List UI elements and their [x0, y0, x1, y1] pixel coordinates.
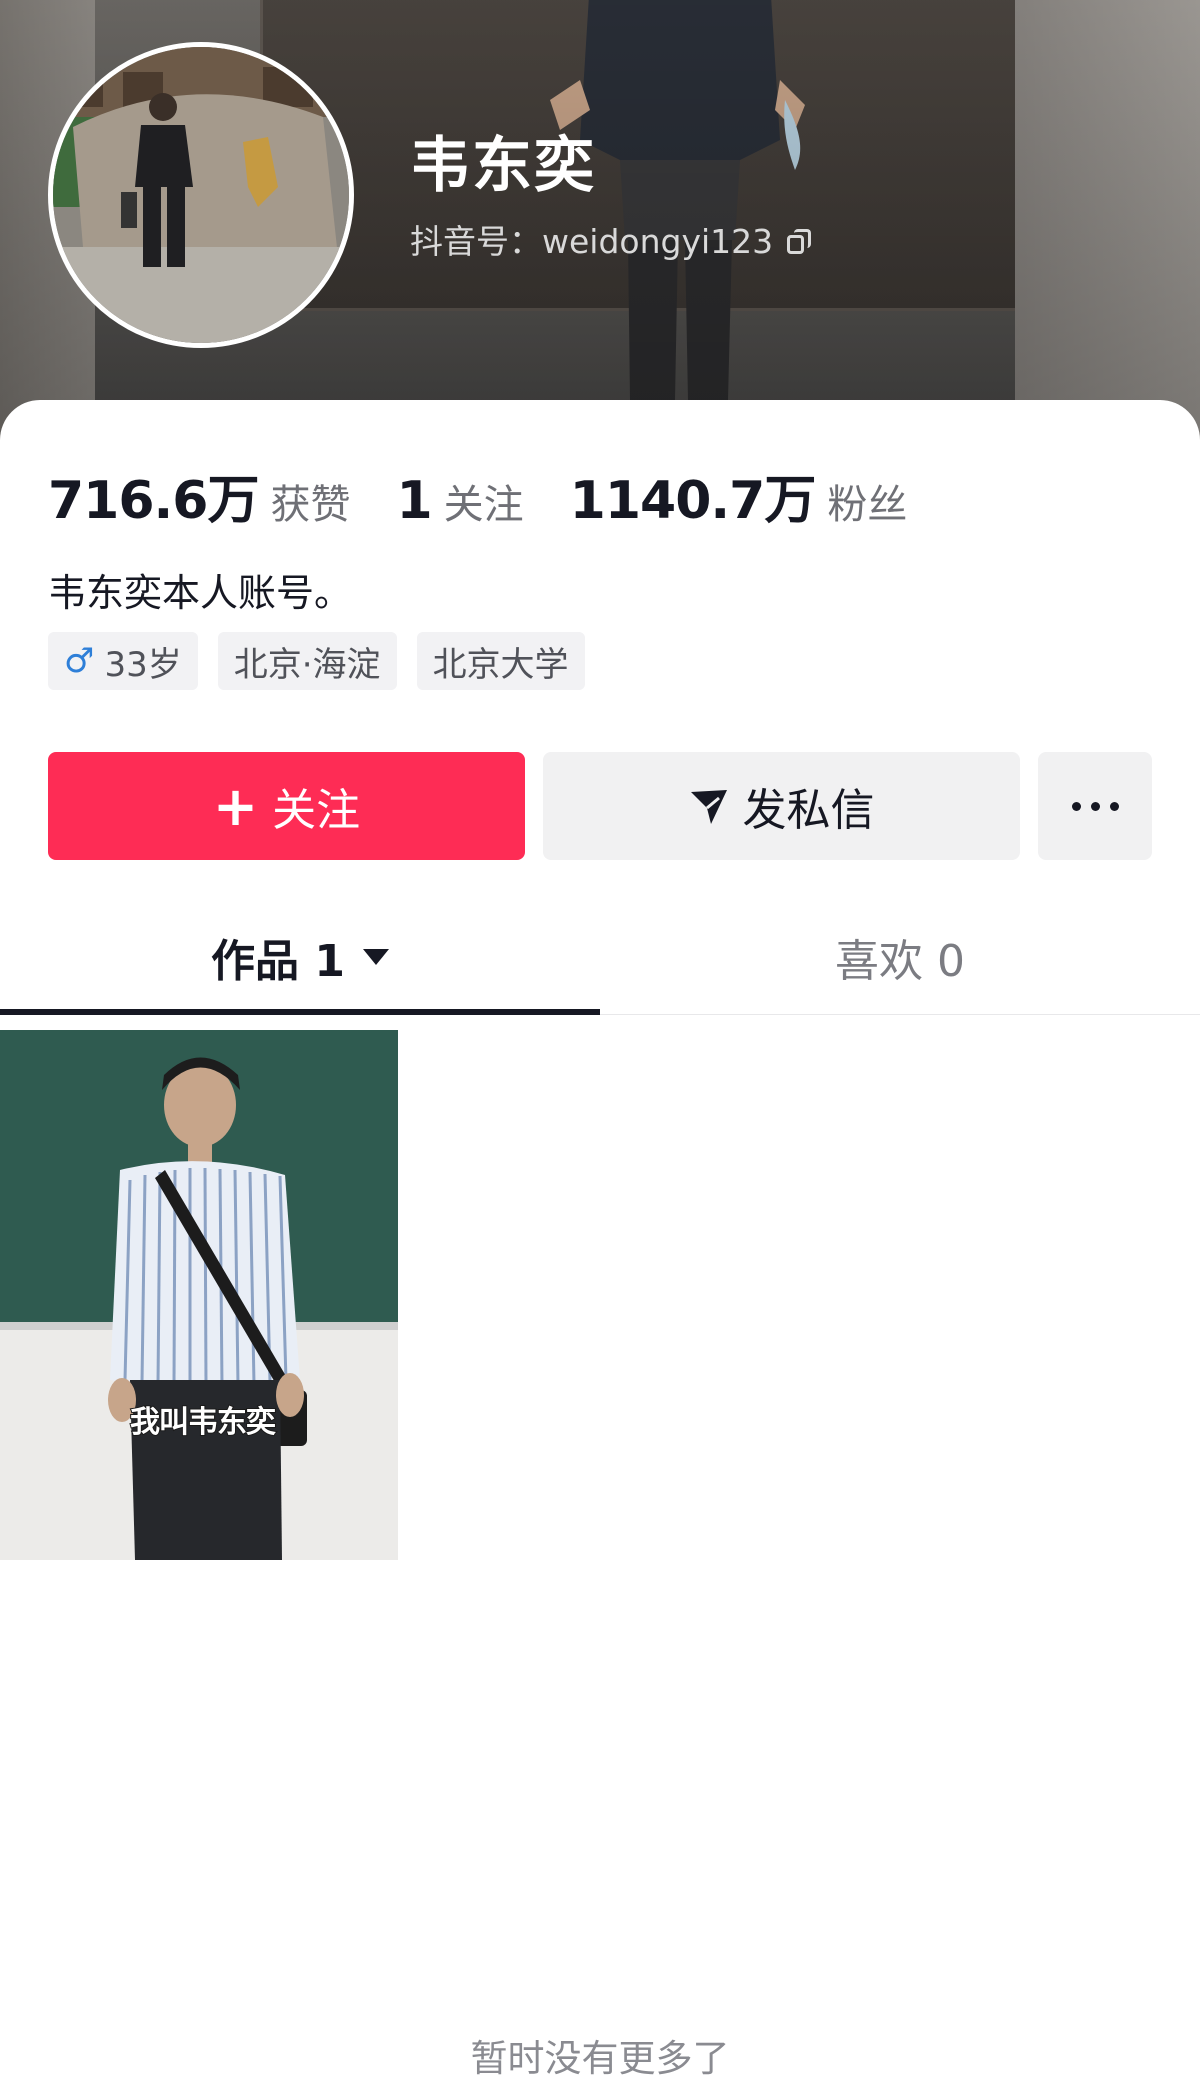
stat-likes[interactable]: 716.6万 获赞 [48, 458, 350, 533]
tag-school-text: 北京大学 [432, 644, 569, 685]
stat-followers-value: 1140.7万 [569, 471, 817, 531]
stat-followers[interactable]: 1140.7万 粉丝 [570, 458, 908, 533]
profile-tags: ♂ 33岁 北京·海淀 北京大学 [48, 632, 605, 690]
tag-school[interactable]: 北京大学 [416, 632, 585, 690]
copy-icon[interactable] [787, 229, 813, 255]
message-button[interactable]: 发私信 [543, 752, 1020, 860]
plus-icon: + [212, 774, 259, 838]
follow-button[interactable]: + 关注 [48, 752, 525, 860]
action-buttons: + 关注 发私信 [48, 752, 1152, 860]
more-dots-icon [1067, 801, 1124, 811]
content-tabs: 作品 1 喜欢 0 [0, 900, 1200, 1015]
send-icon [690, 790, 727, 824]
avatar[interactable] [48, 42, 354, 348]
stat-following[interactable]: 1 关注 [396, 471, 523, 531]
profile-bio: 韦东奕本人账号。 [48, 571, 353, 615]
avatar-photo [53, 47, 349, 343]
message-button-label: 发私信 [742, 785, 875, 836]
stat-likes-label: 获赞 [270, 482, 351, 528]
stat-followers-label: 粉丝 [827, 482, 908, 528]
more-button[interactable] [1038, 752, 1152, 860]
stat-likes-value: 716.6万 [48, 471, 259, 531]
video-thumbnail-image [0, 1030, 398, 1560]
tab-likes[interactable]: 喜欢 0 [600, 900, 1200, 1014]
video-thumbnail[interactable] [0, 1030, 398, 1560]
tab-works[interactable]: 作品 1 [0, 900, 600, 1015]
tag-age: 33岁 [104, 644, 182, 685]
tag-location-text: 北京·海淀 [233, 644, 381, 685]
stat-following-label: 关注 [443, 482, 524, 528]
video-caption: 我叫韦东奕 [129, 1404, 277, 1441]
tab-likes-label: 喜欢 0 [835, 936, 965, 987]
caret-down-icon[interactable] [362, 949, 389, 965]
profile-name: 韦东奕 [410, 131, 596, 201]
tab-works-label: 作品 1 [211, 936, 345, 987]
tag-gender-age: ♂ 33岁 [48, 632, 198, 690]
stat-following-value: 1 [396, 471, 432, 531]
tag-location: 北京·海淀 [217, 632, 397, 690]
male-icon: ♂ [64, 641, 95, 681]
follow-button-label: 关注 [272, 785, 361, 836]
handle-text: 抖音号：weidongyi123 [410, 222, 774, 261]
stats-row: 716.6万 获赞 1 关注 1140.7万 粉丝 [48, 458, 953, 533]
no-more-text: 暂时没有更多了 [470, 2037, 730, 2080]
profile-card: 716.6万 获赞 1 关注 1140.7万 粉丝 韦东奕本人账号。 ♂ 33岁… [0, 400, 1200, 2080]
profile-handle: 抖音号：weidongyi123 [410, 222, 813, 262]
